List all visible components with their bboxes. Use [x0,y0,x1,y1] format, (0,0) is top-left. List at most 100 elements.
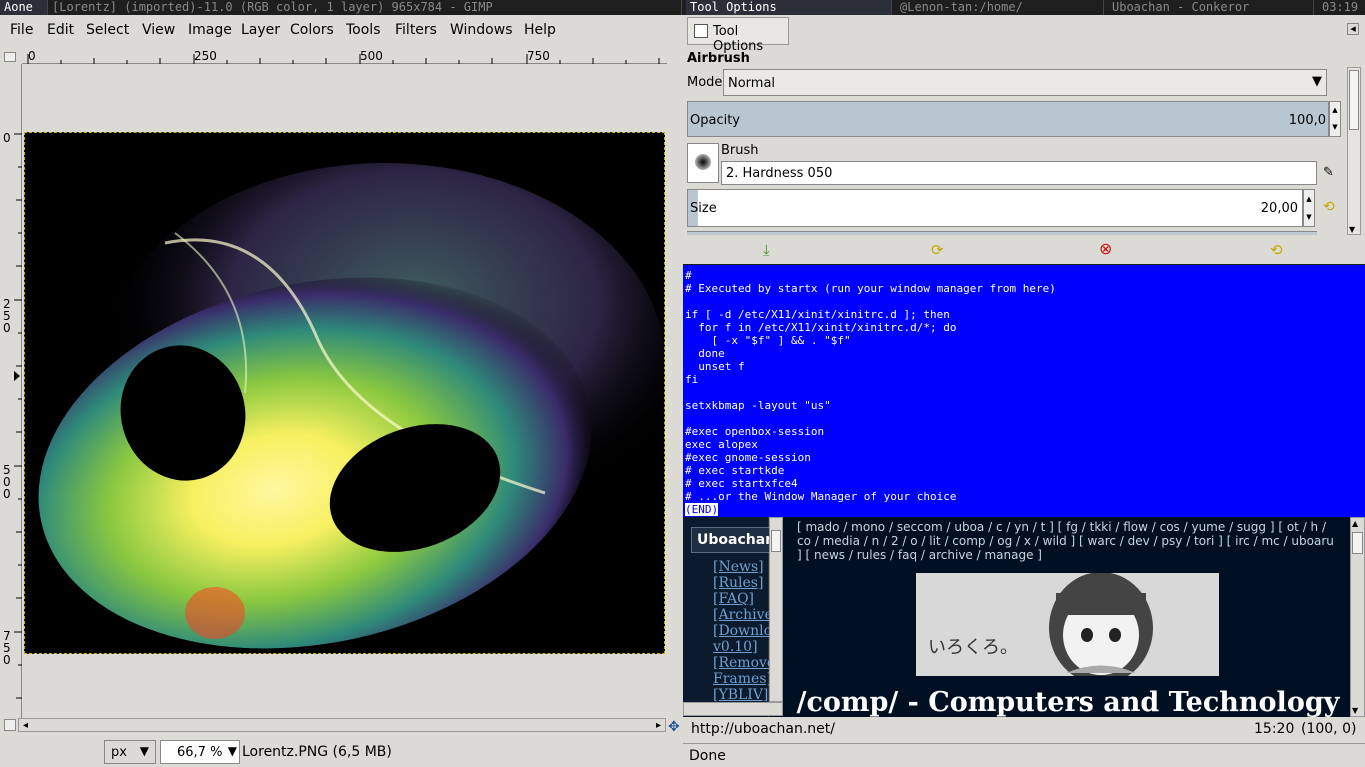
menu-image[interactable]: Image [188,22,232,38]
menu-file[interactable]: File [10,22,33,38]
zoom-field[interactable]: 66,7 % ▼ [160,740,240,764]
brush-name-field[interactable]: 2. Hardness 050 [721,161,1317,185]
ruler-label-0: 0 [28,49,36,63]
mode-select[interactable]: Normal ▼ [723,69,1327,96]
menu-select[interactable]: Select [86,22,129,38]
terminal-line: if [ -d /etc/X11/xinit/xinitrc.d ]; then [685,308,950,321]
menu-view[interactable]: View [142,22,175,38]
sidebar-hscrollbar[interactable] [683,702,783,716]
navigate-icon[interactable] [4,719,16,731]
board-title: /comp/ - Computers and Technology [796,687,1340,717]
opacity-slider[interactable]: Opacity 100,0 [687,101,1329,137]
scroll-up-arrow-icon[interactable]: ▲ [1352,519,1358,528]
terminal-line: # ...or the Window Manager of your choic… [685,490,957,503]
vruler-label-500: 5 0 0 [3,463,11,501]
terminal-line: # Executed by startx (run your window ma… [685,282,1056,295]
opacity-spin-buttons[interactable]: ▲ ▼ [1329,101,1341,137]
dock-menu-icon[interactable]: ◂ [1347,23,1359,35]
gimp-window-title[interactable]: [Lorentz] (imported)-11.0 (RGB color, 1 … [48,0,682,15]
scroll-left-arrow-icon[interactable]: ◂ [23,720,28,731]
menu-tools[interactable]: Tools [346,22,381,38]
scroll-down-arrow-icon[interactable]: ▼ [1352,706,1358,715]
menu-help[interactable]: Help [524,22,556,38]
gimp-image-window: File Edit Select View Image Layer Colors… [0,15,668,767]
sidebar-link-news[interactable]: [News] [713,559,771,575]
tab-tool-options[interactable]: Tool Options [687,17,789,54]
brush-preview[interactable] [687,143,719,183]
browser-content[interactable]: Uboachan [News] [Rules] [FAQ] [Archive [… [683,517,1365,717]
terminal-line: setxkbmap -layout "us" [685,399,831,412]
ruler-label-750: 750 [527,49,550,63]
vruler-label-0: 0 [3,131,11,145]
terminal-line: [ -x "$f" ] && . "$f" [685,334,851,347]
next-option-edge [687,231,1317,235]
delete-options-icon[interactable]: ⊗ [1099,239,1112,258]
sidebar-link-rules[interactable]: [Rules] [713,575,771,591]
sidebar-scrollbar[interactable] [769,517,783,702]
tool-options-window-title[interactable]: Tool Options [686,0,892,15]
tool-name: Airbrush [687,51,750,66]
banner-image[interactable]: いろくろ。 [916,573,1219,676]
menu-windows[interactable]: Windows [450,22,513,38]
scroll-down-arrow-icon[interactable]: ▼ [1349,225,1355,234]
menu-colors[interactable]: Colors [290,22,334,38]
tool-options-scrollbar[interactable]: ▼ [1347,67,1361,235]
save-options-icon[interactable]: ⤓ [763,241,770,259]
sidebar-link-ybliv[interactable]: [YBLIV] [713,687,771,703]
site-title[interactable]: Uboachan [691,527,771,553]
clock: 03:19 [1322,0,1359,14]
workspace-label[interactable]: Aone [0,0,48,15]
terminal-window[interactable]: # # Executed by startx (run your window m… [683,265,1365,517]
menu-layer[interactable]: Layer [241,22,280,38]
image-canvas[interactable] [24,132,665,654]
size-slider[interactable]: Size 20,00 [687,189,1303,227]
terminal-line: # exec startxfce4 [685,477,798,490]
browser-window-title[interactable]: Uboachan - Conkeror [1108,0,1314,15]
menu-filters[interactable]: Filters [395,22,437,38]
sidebar-link-remove[interactable]: [Remove [713,655,771,671]
load-status: Done [689,748,726,764]
sidebar-link-version[interactable]: v0.10] [713,639,771,655]
menu-edit[interactable]: Edit [47,22,74,38]
reset-options-icon[interactable]: ⟲ [1270,241,1283,259]
terminal-line: unset f [685,360,745,373]
pane-divider[interactable] [668,15,683,767]
terminal-line: done [685,347,725,360]
canvas-area[interactable] [22,64,667,731]
unit-select[interactable]: px ▼ [104,740,156,764]
page-time: 15:20 [1254,721,1295,737]
terminal-line: #exec gnome-session [685,451,811,464]
url-display[interactable]: http://uboachan.net/ [691,721,835,737]
menu-bar: File Edit Select View Image Layer Colors… [0,15,668,46]
terminal-line: #exec openbox-session [685,425,825,438]
horizontal-scrollbar[interactable]: ◂ ▸ [18,718,666,732]
scroll-right-arrow-icon[interactable]: ▸ [656,720,661,731]
restore-options-icon[interactable]: ⟳ [931,241,944,259]
chevron-down-icon: ▼ [1312,74,1322,89]
size-spin-buttons[interactable]: ▲ ▼ [1303,189,1315,227]
sidebar-frame: Uboachan [News] [Rules] [FAQ] [Archive [… [683,517,771,717]
dropdown-arrow-icon: ▼ [139,744,149,758]
zoom-dropdown-icon[interactable]: ▼ [228,744,237,758]
quick-mask-icon[interactable] [4,52,16,62]
ruler-label-500: 500 [360,49,383,63]
sidebar-link-faq[interactable]: [FAQ] [713,591,771,607]
edit-brush-icon[interactable]: ✎ [1323,165,1334,180]
board-navigation[interactable]: [ mado / mono / seccom / uboa / c / yn /… [797,520,1337,562]
mode-label: Mode: [687,75,727,90]
horizontal-ruler[interactable]: 0 250 500 750 [22,49,667,64]
sidebar-link-archive[interactable]: [Archive [713,607,771,623]
move-cursor-icon: ✥ [668,719,680,735]
ruler-label-250: 250 [194,49,217,63]
reset-size-icon[interactable]: ⟲ [1323,199,1335,215]
page-scrollbar[interactable]: ▲ ▼ [1350,517,1365,717]
terminal-window-title[interactable]: @Lenon-tan:/home/ [896,0,1104,15]
terminal-line: exec alopex [685,438,758,451]
sidebar-link-download[interactable]: [Downlo [713,623,771,639]
vruler-label-250: 2 5 0 [3,297,11,335]
sidebar-link-frames[interactable]: Frames] [713,671,771,687]
vertical-ruler[interactable]: 0 2 5 0 5 0 0 7 5 0 [0,64,22,731]
